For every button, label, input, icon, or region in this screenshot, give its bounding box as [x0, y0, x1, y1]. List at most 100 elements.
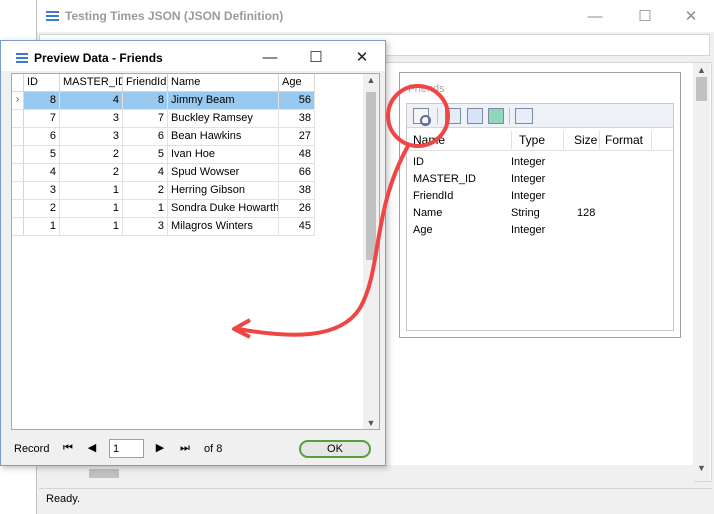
table-row[interactable]: 2 1 1 Sondra Duke Howarth 26: [12, 200, 367, 218]
cell-id[interactable]: 2: [24, 200, 60, 218]
cell-friend-id[interactable]: 5: [123, 146, 168, 164]
row-indicator[interactable]: [12, 128, 24, 146]
column-header-name[interactable]: Name: [413, 133, 445, 147]
column-header-age[interactable]: Age: [279, 74, 315, 92]
cell-name[interactable]: Jimmy Beam: [168, 92, 279, 110]
cell-name[interactable]: Sondra Duke Howarth: [168, 200, 279, 218]
calculator-icon[interactable]: [488, 108, 504, 124]
cell-age[interactable]: 26: [279, 200, 315, 218]
table-row[interactable]: › 8 4 8 Jimmy Beam 56: [12, 92, 367, 110]
cell-master-id[interactable]: 2: [60, 164, 123, 182]
table-row[interactable]: 3 1 2 Herring Gibson 38: [12, 182, 367, 200]
cell-name[interactable]: Milagros Winters: [168, 218, 279, 236]
canvas-vertical-scrollbar[interactable]: ▲ ▼: [693, 63, 710, 481]
cell-age[interactable]: 38: [279, 182, 315, 200]
field-row[interactable]: MASTER_ID Integer: [407, 172, 673, 189]
current-row-indicator-icon[interactable]: ›: [12, 92, 24, 110]
cell-id[interactable]: 8: [24, 92, 60, 110]
column-header-master-id[interactable]: MASTER_ID: [60, 74, 123, 92]
cell-master-id[interactable]: 3: [60, 110, 123, 128]
cell-name[interactable]: Buckley Ramsey: [168, 110, 279, 128]
table-icon[interactable]: [445, 108, 461, 124]
column-header-type[interactable]: Type: [519, 133, 545, 147]
record-number-input[interactable]: [109, 439, 144, 458]
cell-name[interactable]: Spud Wowser: [168, 164, 279, 182]
column-header-size[interactable]: Size: [574, 133, 597, 147]
cell-age[interactable]: 48: [279, 146, 315, 164]
previous-record-icon[interactable]: ◀: [84, 440, 100, 456]
preview-data-icon[interactable]: [413, 108, 431, 126]
cell-age[interactable]: 56: [279, 92, 315, 110]
cell-age[interactable]: 66: [279, 164, 315, 182]
row-indicator[interactable]: [12, 218, 24, 236]
table-row[interactable]: 1 1 3 Milagros Winters 45: [12, 218, 367, 236]
cell-master-id[interactable]: 1: [60, 200, 123, 218]
cell-friend-id[interactable]: 6: [123, 128, 168, 146]
preview-data-grid[interactable]: ID MASTER_ID FriendId Name Age › 8 4 8 Jimmy…: [11, 73, 380, 430]
column-header-format[interactable]: Format: [605, 133, 643, 147]
cell-master-id[interactable]: 4: [60, 92, 123, 110]
cell-id[interactable]: 1: [24, 218, 60, 236]
cell-age[interactable]: 27: [279, 128, 315, 146]
scroll-down-icon[interactable]: ▼: [693, 463, 710, 473]
dialog-minimize-button[interactable]: —: [247, 44, 293, 70]
table-row[interactable]: 7 3 7 Buckley Ramsey 38: [12, 110, 367, 128]
ok-button[interactable]: OK: [299, 440, 371, 458]
row-indicator[interactable]: [12, 182, 24, 200]
cell-friend-id[interactable]: 2: [123, 182, 168, 200]
close-button[interactable]: ✕: [668, 4, 714, 28]
cell-master-id[interactable]: 1: [60, 218, 123, 236]
cell-friend-id[interactable]: 1: [123, 200, 168, 218]
field-row[interactable]: Age Integer: [407, 223, 673, 240]
row-indicator[interactable]: [12, 200, 24, 218]
field-row[interactable]: FriendId Integer: [407, 189, 673, 206]
cell-id[interactable]: 3: [24, 182, 60, 200]
first-record-icon[interactable]: ⏮: [60, 440, 76, 456]
dialog-maximize-button[interactable]: ☐: [293, 44, 339, 70]
table-edit-icon[interactable]: [467, 108, 483, 124]
table-row[interactable]: 4 2 4 Spud Wowser 66: [12, 164, 367, 182]
dialog-close-button[interactable]: ✕: [339, 44, 385, 70]
minimize-button[interactable]: —: [572, 4, 618, 28]
cell-age[interactable]: 45: [279, 218, 315, 236]
row-indicator[interactable]: [12, 164, 24, 182]
cell-name[interactable]: Bean Hawkins: [168, 128, 279, 146]
column-header-friend-id[interactable]: FriendId: [123, 74, 168, 92]
column-header-id[interactable]: ID: [24, 74, 60, 92]
scroll-up-icon[interactable]: ▲: [363, 75, 379, 85]
table-row[interactable]: 6 3 6 Bean Hawkins 27: [12, 128, 367, 146]
scroll-down-icon[interactable]: ▼: [363, 418, 379, 428]
insert-field-icon[interactable]: [515, 108, 533, 124]
scroll-thumb[interactable]: [696, 77, 707, 101]
row-indicator[interactable]: [12, 146, 24, 164]
cell-id[interactable]: 4: [24, 164, 60, 182]
canvas-horizontal-scrollbar[interactable]: [39, 465, 694, 482]
cell-id[interactable]: 5: [24, 146, 60, 164]
column-header-name[interactable]: Name: [168, 74, 279, 92]
cell-master-id[interactable]: 1: [60, 182, 123, 200]
cell-name[interactable]: Herring Gibson: [168, 182, 279, 200]
field-row[interactable]: Name String 128: [407, 206, 673, 223]
cell-age[interactable]: 38: [279, 110, 315, 128]
table-row[interactable]: 5 2 5 Ivan Hoe 48: [12, 146, 367, 164]
cell-master-id[interactable]: 3: [60, 128, 123, 146]
field-row[interactable]: ID Integer: [407, 155, 673, 172]
cell-friend-id[interactable]: 4: [123, 164, 168, 182]
cell-friend-id[interactable]: 7: [123, 110, 168, 128]
cell-master-id[interactable]: 2: [60, 146, 123, 164]
cell-id[interactable]: 7: [24, 110, 60, 128]
grid-vertical-scrollbar[interactable]: ▲ ▼: [363, 74, 379, 429]
scroll-up-icon[interactable]: ▲: [693, 65, 710, 75]
cell-id[interactable]: 6: [24, 128, 60, 146]
last-record-icon[interactable]: ⏭: [177, 440, 193, 456]
cell-name[interactable]: Ivan Hoe: [168, 146, 279, 164]
next-record-icon[interactable]: ▶: [152, 440, 168, 456]
dialog-titlebar[interactable]: Preview Data - Friends — ☐ ✕: [1, 41, 385, 71]
cell-friend-id[interactable]: 3: [123, 218, 168, 236]
row-indicator[interactable]: [12, 110, 24, 128]
scroll-thumb[interactable]: [366, 92, 376, 260]
friends-table-panel[interactable]: Friends Name Type Size Format ID Integer…: [399, 72, 681, 338]
maximize-button[interactable]: ☐: [622, 4, 668, 28]
scroll-thumb[interactable]: [89, 469, 119, 478]
cell-friend-id[interactable]: 8: [123, 92, 168, 110]
